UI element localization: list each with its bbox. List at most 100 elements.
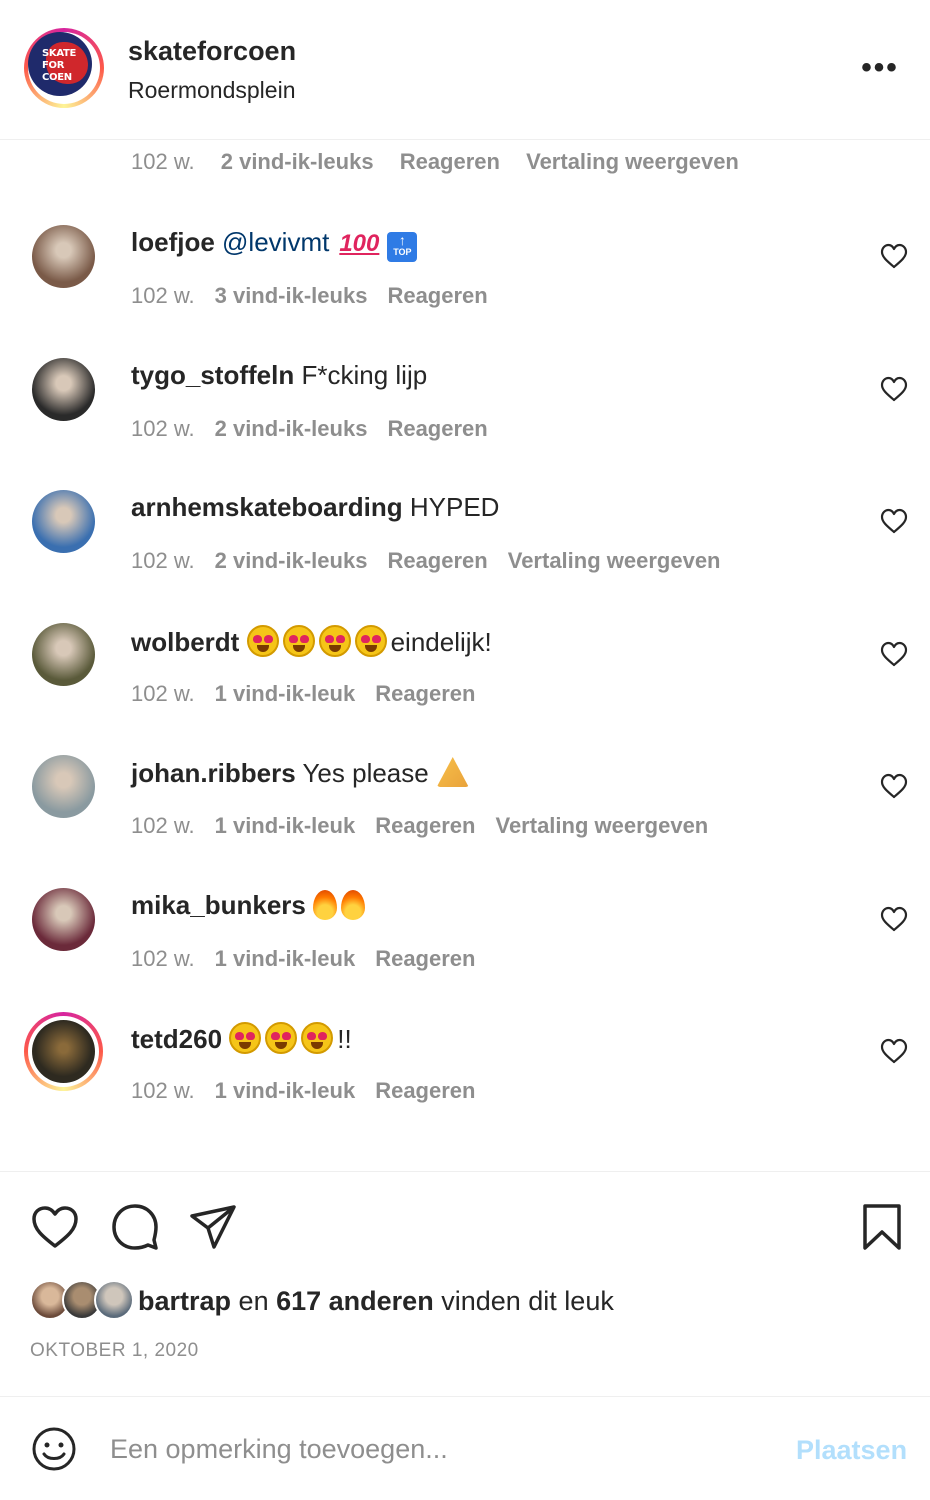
translate-button[interactable]: Vertaling weergeven — [508, 548, 721, 573]
comment-text: wolberdt eindelijk! — [131, 624, 492, 658]
comment-time: 102 w. — [131, 548, 195, 573]
heart-eyes-emoji — [301, 1022, 334, 1054]
profile-username[interactable]: skateforcoen — [128, 36, 296, 67]
reply-button[interactable]: Reageren — [387, 548, 487, 573]
heart-eyes-emoji — [354, 624, 387, 657]
heart-eyes-emoji — [282, 624, 315, 657]
comment-username[interactable]: arnhemskateboarding — [131, 492, 403, 522]
comment-likes[interactable]: 2 vind-ik-leuks — [221, 149, 374, 174]
post-location[interactable]: Roermondsplein — [128, 77, 295, 104]
commenter-avatar[interactable] — [32, 622, 95, 686]
reply-button[interactable]: Reageren — [375, 1078, 475, 1103]
comment-like-heart-icon[interactable] — [880, 376, 908, 402]
comment-meta: 102 w. 1 vind-ik-leuk Reageren — [131, 1078, 495, 1104]
comment-body: Yes please — [302, 758, 429, 788]
comment-text: mika_bunkers — [131, 889, 369, 921]
bookmark-icon[interactable] — [857, 1202, 907, 1252]
comment-text: loefjoe @levivmt 100 TOP — [131, 220, 418, 262]
comment-time: 102 w. — [131, 283, 195, 308]
comment-meta: 102 w. 3 vind-ik-leuks Reageren — [131, 283, 508, 309]
post-header: SKATE FOR COEN skateforcoen Roermondsple… — [0, 0, 930, 140]
smiley-icon[interactable] — [30, 1425, 78, 1473]
comment-body: eindelijk! — [390, 626, 492, 657]
comment-row: tygo_stoffeln F*cking lijp 102 w. 2 vind-i… — [0, 357, 930, 490]
comment-likes[interactable]: 2 vind-ik-leuks — [215, 416, 368, 441]
comment-row: wolberdt eindelijk! 102 w. 1 vind-ik-leuk R… — [0, 622, 930, 755]
comment-meta: 102 w. 2 vind-ik-leuks Reageren — [131, 416, 508, 442]
comment-meta: 102 w. 2 vind-ik-leuks Reageren Vertaling w… — [131, 548, 741, 574]
comment-text: johan.ribbers Yes please — [131, 757, 469, 789]
comment-like-heart-icon[interactable] — [880, 1038, 908, 1064]
paper-plane-icon[interactable] — [188, 1202, 238, 1252]
more-options-icon[interactable]: ••• — [858, 50, 902, 86]
comment-body: F*cking lijp — [301, 359, 428, 390]
comment-likes[interactable]: 1 vind-ik-leuk — [215, 813, 356, 838]
fire-emoji — [341, 889, 366, 920]
100-emoji: 100 — [339, 230, 380, 257]
likes-count[interactable]: 617 anderen — [276, 1286, 434, 1316]
comment-text: arnhemskateboarding HYPED — [131, 492, 499, 523]
comment-username[interactable]: wolberdt — [131, 627, 239, 657]
liker-username[interactable]: bartrap — [138, 1286, 231, 1316]
comment-username[interactable]: tygo_stoffeln — [131, 360, 294, 390]
comment-username[interactable]: mika_bunkers — [131, 890, 306, 920]
profile-avatar[interactable]: SKATE FOR COEN — [24, 28, 104, 108]
commenter-avatar[interactable] — [32, 755, 95, 818]
pray-emoji — [436, 757, 469, 787]
commenter-avatar[interactable] — [24, 1012, 103, 1091]
comment-time: 102 w. — [131, 813, 195, 838]
comment-likes[interactable]: 1 vind-ik-leuk — [215, 1078, 356, 1103]
partial-comment-meta: 102 w. 2 vind-ik-leuks Reageren Vertalin… — [131, 149, 759, 175]
post-button[interactable]: Plaatsen — [796, 1435, 907, 1466]
comment-time: 102 w. — [131, 1078, 195, 1103]
comment-meta: 102 w. 1 vind-ik-leuk Reageren Vertaling we… — [131, 813, 728, 839]
reply-button[interactable]: Reageren — [375, 813, 475, 838]
reply-button[interactable]: Reageren — [387, 283, 487, 308]
comment-bubble-icon[interactable] — [110, 1202, 160, 1252]
commenter-avatar[interactable] — [32, 225, 95, 288]
comment-likes[interactable]: 3 vind-ik-leuks — [215, 283, 368, 308]
comment-like-heart-icon[interactable] — [880, 243, 908, 269]
translate-button[interactable]: Vertaling weergeven — [495, 813, 708, 838]
fire-emoji — [313, 889, 338, 920]
reply-button[interactable]: Reageren — [400, 149, 500, 174]
comment-body: HYPED — [409, 492, 500, 522]
comment-row: loefjoe @levivmt 100 TOP 102 w. 3 vind-ik-le… — [0, 220, 930, 357]
comments-list: 102 w. 2 vind-ik-leuks Reageren Vertalin… — [0, 141, 930, 1170]
comment-username[interactable]: loefjoe — [131, 227, 215, 257]
reply-button[interactable]: Reageren — [387, 416, 487, 441]
comment-like-heart-icon[interactable] — [880, 773, 908, 799]
comment-likes[interactable]: 1 vind-ik-leuk — [215, 946, 356, 971]
comment-meta: 102 w. 1 vind-ik-leuk Reageren — [131, 681, 495, 707]
comment-time: 102 w. — [131, 945, 195, 971]
heart-eyes-emoji — [318, 624, 351, 657]
commenter-avatar[interactable] — [32, 490, 95, 553]
comment-text: tygo_stoffeln F*cking lijp — [131, 360, 427, 391]
comment-username[interactable]: tetd260 — [131, 1024, 222, 1054]
comment-text: tetd260 !! — [131, 1022, 352, 1055]
heart-outline-icon[interactable] — [30, 1202, 80, 1252]
comment-likes[interactable]: 2 vind-ik-leuks — [215, 548, 368, 573]
post-date[interactable]: OKTOBER 1, 2020 — [30, 1340, 199, 1362]
comment-mention[interactable]: @levivmt — [222, 227, 329, 257]
commenter-avatar[interactable] — [32, 357, 95, 421]
comment-row: arnhemskateboarding HYPED 102 w. 2 vind-ik… — [0, 490, 930, 622]
heart-eyes-emoji — [246, 624, 279, 657]
comment-likes[interactable]: 1 vind-ik-leuk — [215, 681, 356, 706]
heart-eyes-emoji — [229, 1022, 262, 1054]
top-arrow-emoji: TOP — [387, 220, 418, 262]
comment-like-heart-icon[interactable] — [880, 641, 908, 667]
comment-like-heart-icon[interactable] — [880, 906, 908, 932]
commenter-avatar[interactable] — [32, 887, 95, 951]
add-comment-bar: Plaatsen — [0, 1396, 930, 1500]
comment-input[interactable] — [110, 1429, 770, 1469]
translate-button[interactable]: Vertaling weergeven — [526, 149, 739, 174]
comment-username[interactable]: johan.ribbers — [131, 758, 296, 788]
comment-body: !! — [337, 1024, 352, 1054]
liker-avatar[interactable] — [94, 1280, 134, 1320]
reply-button[interactable]: Reageren — [375, 681, 475, 706]
comment-time: 102 w. — [131, 680, 195, 706]
reply-button[interactable]: Reageren — [375, 946, 475, 971]
comment-row: mika_bunkers 102 w. 1 vind-ik-leuk Reagere… — [0, 887, 930, 1020]
comment-like-heart-icon[interactable] — [880, 508, 908, 534]
